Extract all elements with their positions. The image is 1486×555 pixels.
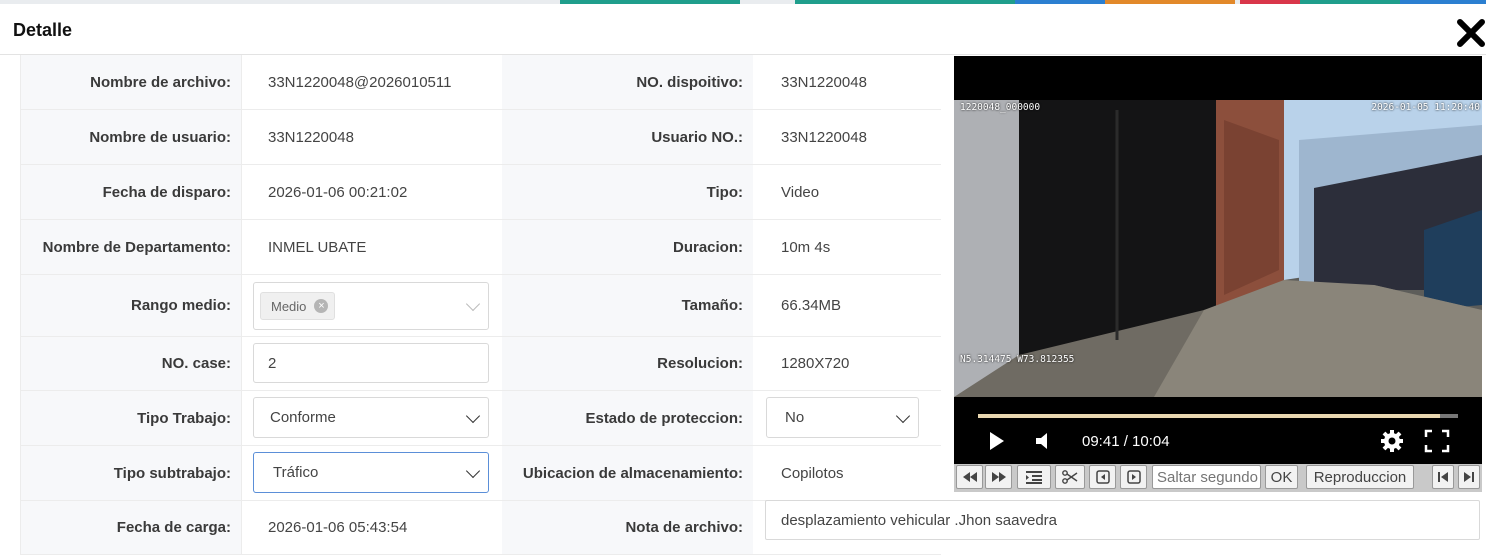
no-case-input-value: 2 bbox=[268, 354, 277, 372]
value-resolucion: 1280X720 bbox=[781, 355, 850, 372]
chevron-down-icon bbox=[895, 408, 911, 423]
next-frame-icon[interactable] bbox=[1120, 465, 1147, 489]
label-tipo-subtrabajo: Tipo subtrabajo: bbox=[21, 446, 241, 500]
scissors-icon[interactable] bbox=[1055, 465, 1085, 489]
value-duracion: 10m 4s bbox=[781, 238, 831, 256]
settings-gear-icon[interactable] bbox=[1380, 429, 1404, 453]
row-departamento: Nombre de Departamento: INMEL UBATE Dura… bbox=[21, 220, 941, 275]
row-tipo-trabajo: Tipo Trabajo: Conforme Estado de protecc… bbox=[21, 391, 941, 446]
label-departamento: Nombre de Departamento: bbox=[21, 220, 241, 274]
no-case-input[interactable]: 2 bbox=[253, 343, 489, 383]
tipo-trabajo-selected: Conforme bbox=[270, 409, 336, 426]
estado-proteccion-select[interactable]: No bbox=[766, 397, 919, 438]
ok-button[interactable]: OK bbox=[1265, 465, 1298, 489]
remove-tag-icon[interactable]: × bbox=[314, 299, 329, 313]
label-tamano: Tamaño: bbox=[502, 275, 753, 336]
value-no-dispositivo: 33N1220048 bbox=[781, 73, 867, 91]
row-rango-medio: Rango medio: Medio × Tamaño: 66.34MB bbox=[21, 275, 941, 337]
estado-proteccion-selected: No bbox=[785, 409, 805, 426]
label-rango-medio: Rango medio: bbox=[21, 275, 241, 336]
rango-medio-tag-label: Medio bbox=[271, 298, 307, 314]
osd-gps: N5.314475 W73.812355 bbox=[960, 354, 1075, 365]
seek-seconds-input[interactable] bbox=[1152, 465, 1261, 489]
prev-frame-icon[interactable] bbox=[1089, 465, 1116, 489]
value-tamano: 66.34MB bbox=[781, 297, 842, 314]
rango-medio-tag: Medio × bbox=[260, 292, 336, 320]
chevron-down-icon bbox=[465, 408, 481, 423]
row-usuario: Nombre de usuario: 33N1220048 Usuario NO… bbox=[21, 110, 941, 165]
value-fecha-carga: 2026-01-06 05:43:54 bbox=[241, 501, 502, 554]
modal-title: Detalle bbox=[13, 20, 73, 40]
label-ubicacion: Ubicacion de almacenamiento: bbox=[502, 446, 753, 500]
video-player[interactable]: 1220048_000000 2026-01-05 11:20:40 N5.31… bbox=[954, 56, 1482, 464]
play-icon[interactable] bbox=[988, 430, 1006, 452]
label-usuario-no: Usuario NO.: bbox=[502, 110, 753, 164]
value-fecha-disparo: 2026-01-06 00:21:02 bbox=[241, 165, 502, 219]
label-estado-proteccion: Estado de proteccion: bbox=[502, 391, 753, 445]
nota-archivo-value: desplazamiento vehicular .Jhon saavedra bbox=[781, 511, 1057, 529]
video-still-image bbox=[954, 100, 1482, 397]
value-ubicacion: Copilotos bbox=[781, 464, 844, 482]
label-tipo: Tipo: bbox=[502, 165, 753, 219]
value-tipo: Video bbox=[781, 183, 820, 201]
rango-medio-select[interactable]: Medio × bbox=[253, 282, 489, 330]
row-tipo-subtrabajo: Tipo subtrabajo: Tráfico Ubicacion de al… bbox=[21, 446, 941, 501]
playback-button[interactable]: Reproduccion bbox=[1306, 465, 1414, 489]
progress-bar[interactable] bbox=[978, 414, 1458, 418]
player-toolbar: OK Reproduccion bbox=[954, 464, 1482, 492]
label-duracion: Duracion: bbox=[502, 220, 753, 274]
video-frame[interactable]: 1220048_000000 2026-01-05 11:20:40 N5.31… bbox=[954, 100, 1482, 397]
volume-icon[interactable] bbox=[1034, 430, 1054, 452]
label-tipo-trabajo: Tipo Trabajo: bbox=[21, 391, 241, 445]
osd-datetime: 2026-01-05 11:20:40 bbox=[1371, 102, 1480, 113]
label-fecha-carga: Fecha de carga: bbox=[21, 501, 241, 554]
time-display: 09:41 / 10:04 bbox=[1082, 433, 1170, 450]
osd-device-id: 1220048_000000 bbox=[960, 102, 1041, 113]
tipo-subtrabajo-select[interactable]: Tráfico bbox=[253, 452, 489, 493]
tipo-subtrabajo-selected: Tráfico bbox=[273, 464, 319, 481]
label-nota: Nota de archivo: bbox=[502, 501, 753, 554]
nota-archivo-input[interactable]: desplazamiento vehicular .Jhon saavedra bbox=[765, 500, 1480, 540]
fullscreen-icon[interactable] bbox=[1424, 429, 1450, 453]
progress-fill bbox=[978, 414, 1440, 418]
detail-form: Nombre de archivo: 33N1220048@2026010511… bbox=[20, 55, 941, 555]
label-no-case: NO. case: bbox=[21, 337, 241, 390]
row-no-case: NO. case: 2 Resolucion: 1280X720 bbox=[21, 337, 941, 391]
list-indent-icon[interactable] bbox=[1017, 465, 1051, 489]
label-no-dispositivo: NO. dispoitivo: bbox=[502, 55, 753, 109]
row-fecha-disparo: Fecha de disparo: 2026-01-06 00:21:02 Ti… bbox=[21, 165, 941, 220]
skip-start-icon[interactable] bbox=[1432, 465, 1454, 489]
tipo-trabajo-select[interactable]: Conforme bbox=[253, 397, 489, 438]
chevron-down-icon bbox=[465, 296, 481, 312]
label-nombre-usuario: Nombre de usuario: bbox=[21, 110, 241, 164]
chevron-down-icon bbox=[465, 463, 481, 478]
value-nombre-archivo: 33N1220048@2026010511 bbox=[241, 55, 502, 109]
label-nombre-archivo: Nombre de archivo: bbox=[21, 55, 241, 109]
value-usuario-no: 33N1220048 bbox=[781, 128, 867, 146]
modal-header: Detalle bbox=[0, 4, 1486, 55]
label-fecha-disparo: Fecha de disparo: bbox=[21, 165, 241, 219]
row-archivo: Nombre de archivo: 33N1220048@2026010511… bbox=[21, 55, 941, 110]
close-icon[interactable] bbox=[1456, 18, 1486, 48]
rewind-icon[interactable] bbox=[956, 465, 983, 489]
skip-end-icon[interactable] bbox=[1458, 465, 1480, 489]
label-resolucion: Resolucion: bbox=[502, 337, 753, 390]
value-departamento: INMEL UBATE bbox=[241, 220, 502, 274]
value-nombre-usuario: 33N1220048 bbox=[241, 110, 502, 164]
fast-forward-icon[interactable] bbox=[985, 465, 1012, 489]
